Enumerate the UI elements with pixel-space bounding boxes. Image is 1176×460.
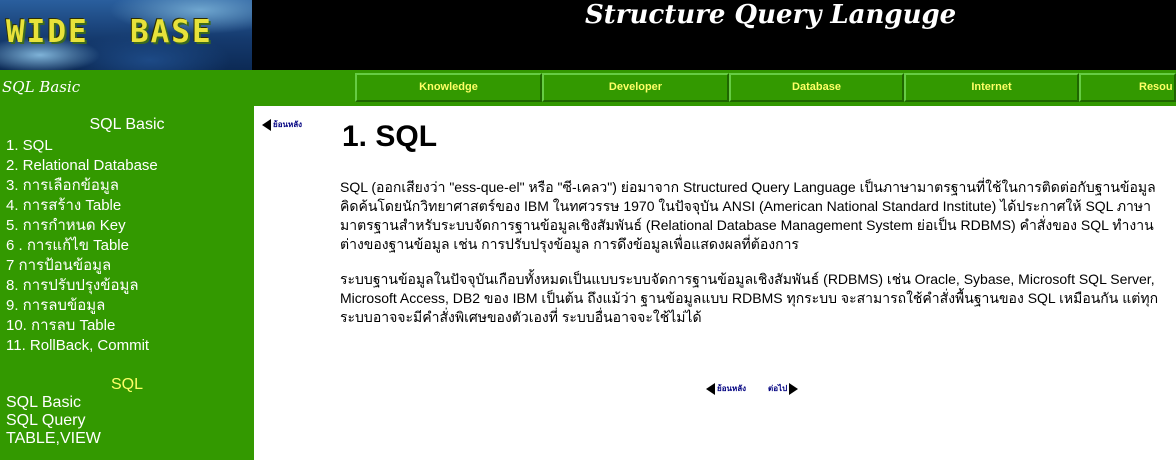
tab-internet[interactable]: Internet xyxy=(904,73,1079,102)
rdbms-paragraph: ระบบฐานข้อมูลในปัจจุบันเกือบทั้งหมดเป็นแ… xyxy=(340,271,1159,325)
next-link-label: ต่อไป xyxy=(768,384,788,393)
intro-paragraph: SQL (ออกเสียงว่า "ess-que-el" หรือ "ซี-เ… xyxy=(340,179,1156,252)
back-link-bottom-label: ย้อนหลัง xyxy=(717,384,747,393)
arrow-left-icon xyxy=(706,382,715,395)
tab-resources[interactable]: Resou xyxy=(1079,73,1176,102)
sidebar-item-update-data[interactable]: 8. การปรับปรุงข้อมูล xyxy=(6,276,139,296)
sidebar-item-select-data[interactable]: 3. การเลือกข้อมูล xyxy=(6,176,119,196)
nav-bar: SQL Basic Knowledge Developer Database I… xyxy=(0,70,1176,106)
tab-database[interactable]: Database xyxy=(729,73,904,102)
sidebar-item-relational-database[interactable]: 2. Relational Database xyxy=(6,156,158,176)
back-link-label: ย้อนหลัง xyxy=(273,120,303,129)
sidebar-item-alter-table[interactable]: 6 . การแก้ไข Table xyxy=(6,236,129,256)
sidebar: SQL Basic 1. SQL 2. Relational Database … xyxy=(0,106,254,460)
sidebar-item-create-table[interactable]: 4. การสร้าง Table xyxy=(6,196,121,216)
link-table-view[interactable]: TABLE,VIEW xyxy=(6,430,101,448)
section-label: SQL Basic xyxy=(2,78,81,96)
sidebar-item-define-key[interactable]: 5. การกำหนด Key xyxy=(6,216,126,236)
sidebar-item-rollback-commit[interactable]: 11. RollBack, Commit xyxy=(6,336,149,356)
sql-heading: SQL xyxy=(110,376,143,393)
logo[interactable]: WIDE BASE xyxy=(0,0,252,70)
site-title: Structure Query Languge xyxy=(585,0,957,30)
header-bar: WIDE BASE Structure Query Languge xyxy=(0,0,1176,70)
arrow-right-icon xyxy=(789,382,799,395)
back-link-bottom[interactable]: ย้อนหลัง xyxy=(706,382,746,395)
link-sql-basic[interactable]: SQL Basic xyxy=(6,394,81,412)
sidebar-item-drop-table[interactable]: 10. การลบ Table xyxy=(6,316,115,336)
sidebar-heading: SQL Basic xyxy=(89,116,165,133)
sidebar-item-insert-data[interactable]: 7 การป้อนข้อมูล xyxy=(6,256,111,276)
logo-text: WIDE BASE xyxy=(6,14,213,50)
arrow-left-icon xyxy=(262,118,271,131)
sidebar-item-sql[interactable]: 1. SQL xyxy=(6,136,53,156)
next-link[interactable]: ต่อไป xyxy=(768,382,799,395)
tab-developer[interactable]: Developer xyxy=(542,73,729,102)
link-sql-query[interactable]: SQL Query xyxy=(6,412,85,430)
tab-knowledge[interactable]: Knowledge xyxy=(355,73,542,102)
pagination-nav: ย้อนหลัง ต่อไป xyxy=(706,382,799,395)
back-link-top[interactable]: ย้อนหลัง xyxy=(262,118,302,131)
sidebar-item-delete-data[interactable]: 9. การลบข้อมูล xyxy=(6,296,105,316)
page-title: 1. SQL xyxy=(342,120,438,153)
